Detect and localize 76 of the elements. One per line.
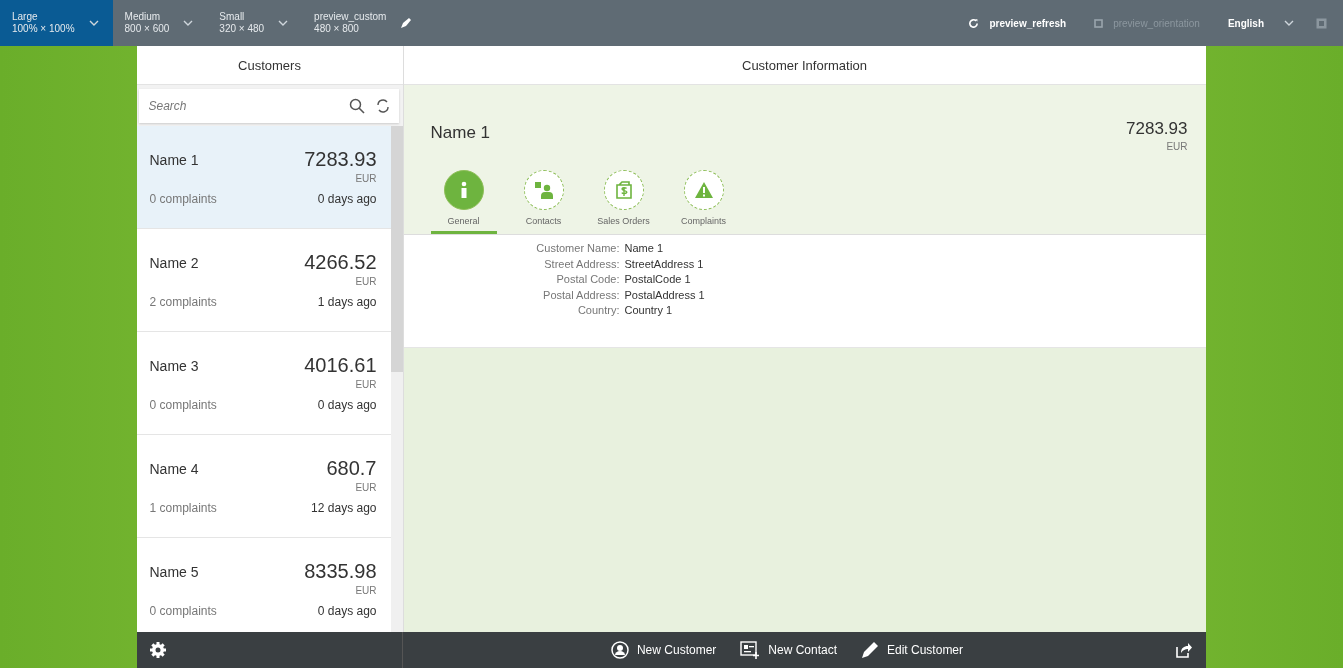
refresh-button[interactable]: preview_refresh bbox=[954, 0, 1081, 46]
search-field[interactable]: Search bbox=[138, 89, 399, 123]
currency-label: EUR bbox=[355, 585, 377, 596]
footer-button[interactable]: New Contact bbox=[730, 641, 847, 659]
customer-list-item[interactable]: Name 3 4016.61 EUR 0 complaints 0 days ago bbox=[136, 332, 391, 435]
warning-icon bbox=[693, 181, 714, 199]
settings-icon[interactable] bbox=[148, 641, 167, 659]
refresh-icon[interactable] bbox=[374, 98, 391, 114]
currency-label: EUR bbox=[355, 379, 377, 390]
icon-tab[interactable]: Contacts bbox=[510, 170, 577, 234]
last-contact-age: 0 days ago bbox=[317, 398, 377, 412]
info-icon bbox=[459, 181, 468, 199]
field-value: PostalAddress 1 bbox=[624, 287, 705, 303]
search-icon[interactable] bbox=[348, 98, 365, 114]
customer-name: Name 4 bbox=[149, 461, 199, 479]
complaints-count: 0 complaints bbox=[149, 604, 217, 618]
customer-list-item[interactable]: Name 1 7283.93 EUR 0 complaints 0 days ago bbox=[136, 126, 391, 229]
field-label: Street Address: bbox=[543, 256, 620, 272]
icon-tab[interactable]: Sales Orders bbox=[590, 170, 657, 234]
field-label: Postal Code: bbox=[555, 272, 620, 287]
pencil-icon bbox=[861, 641, 879, 659]
last-contact-age: 0 days ago bbox=[317, 604, 377, 618]
amount-value: 4266.52 bbox=[304, 251, 377, 274]
field-label: Country: bbox=[576, 303, 620, 318]
complaints-count: 1 complaints bbox=[149, 501, 217, 515]
customer-list-item[interactable]: Name 2 4266.52 EUR 2 complaints 1 days ago bbox=[136, 229, 391, 332]
last-contact-age: 0 days ago bbox=[317, 192, 377, 206]
device-size-button[interactable]: preview_custom 480 × 800 bbox=[302, 0, 427, 46]
customer-name: Name 3 bbox=[149, 358, 199, 376]
currency-label: EUR bbox=[355, 276, 377, 287]
icon-tab[interactable]: General bbox=[430, 170, 497, 234]
customer-list-item[interactable]: Name 5 8335.98 EUR 0 complaints 0 days ago bbox=[136, 538, 391, 632]
chevron-down-icon bbox=[183, 20, 194, 26]
amount-value: 7283.93 bbox=[304, 148, 377, 171]
currency-label: EUR bbox=[355, 173, 377, 184]
last-contact-age: 1 days ago bbox=[317, 295, 377, 309]
person-icon bbox=[610, 641, 629, 659]
field-value: Country 1 bbox=[624, 303, 673, 318]
share-icon[interactable] bbox=[1175, 642, 1192, 658]
pencil-icon bbox=[400, 17, 413, 29]
footer-button[interactable]: Edit Customer bbox=[851, 641, 974, 659]
chevron-down-icon bbox=[278, 20, 289, 26]
customer-name: Name 5 bbox=[149, 564, 199, 582]
field-value: StreetAddress 1 bbox=[624, 256, 704, 272]
customer-name: Name 2 bbox=[149, 255, 199, 273]
amount-value: 680.7 bbox=[326, 457, 377, 480]
field-label: Postal Address: bbox=[542, 287, 620, 303]
customer-name: Name 1 bbox=[149, 152, 199, 170]
footer-button[interactable]: New Customer bbox=[600, 641, 727, 659]
device-size-button[interactable]: Medium 800 × 600 bbox=[112, 0, 208, 46]
complaints-count: 2 complaints bbox=[149, 295, 217, 309]
chevron-down-icon bbox=[88, 20, 99, 26]
amount-value: 8335.98 bbox=[304, 560, 377, 583]
complaints-count: 0 complaints bbox=[149, 192, 217, 206]
amount-value: 4016.61 bbox=[304, 354, 377, 377]
last-contact-age: 12 days ago bbox=[311, 501, 377, 515]
currency-label: EUR bbox=[355, 482, 377, 493]
currency-label: EUR bbox=[1166, 141, 1188, 152]
customer-title: Name 1 bbox=[430, 123, 491, 144]
field-value: PostalCode 1 bbox=[624, 272, 691, 287]
field-label: Customer Name: bbox=[535, 241, 620, 256]
contact-card-icon bbox=[740, 641, 761, 659]
chevron-down-icon bbox=[1284, 20, 1294, 26]
icon-tab[interactable]: Complaints bbox=[670, 170, 737, 234]
document-dollar-icon bbox=[614, 181, 633, 199]
square-icon bbox=[1094, 18, 1104, 28]
panel-header: Customers bbox=[136, 46, 403, 85]
device-size-button[interactable]: Large 100% × 100% bbox=[0, 0, 113, 46]
contacts-icon bbox=[533, 181, 554, 199]
amount-value: 7283.93 bbox=[1126, 119, 1188, 139]
field-value: Name 1 bbox=[624, 241, 664, 256]
complaints-count: 0 complaints bbox=[149, 398, 217, 412]
refresh-icon bbox=[968, 17, 980, 29]
device-size-button[interactable]: Small 320 × 480 bbox=[207, 0, 303, 46]
language-select[interactable]: English bbox=[1213, 0, 1308, 46]
customer-list-item[interactable]: Name 4 680.7 EUR 1 complaints 12 days ago bbox=[136, 435, 391, 538]
